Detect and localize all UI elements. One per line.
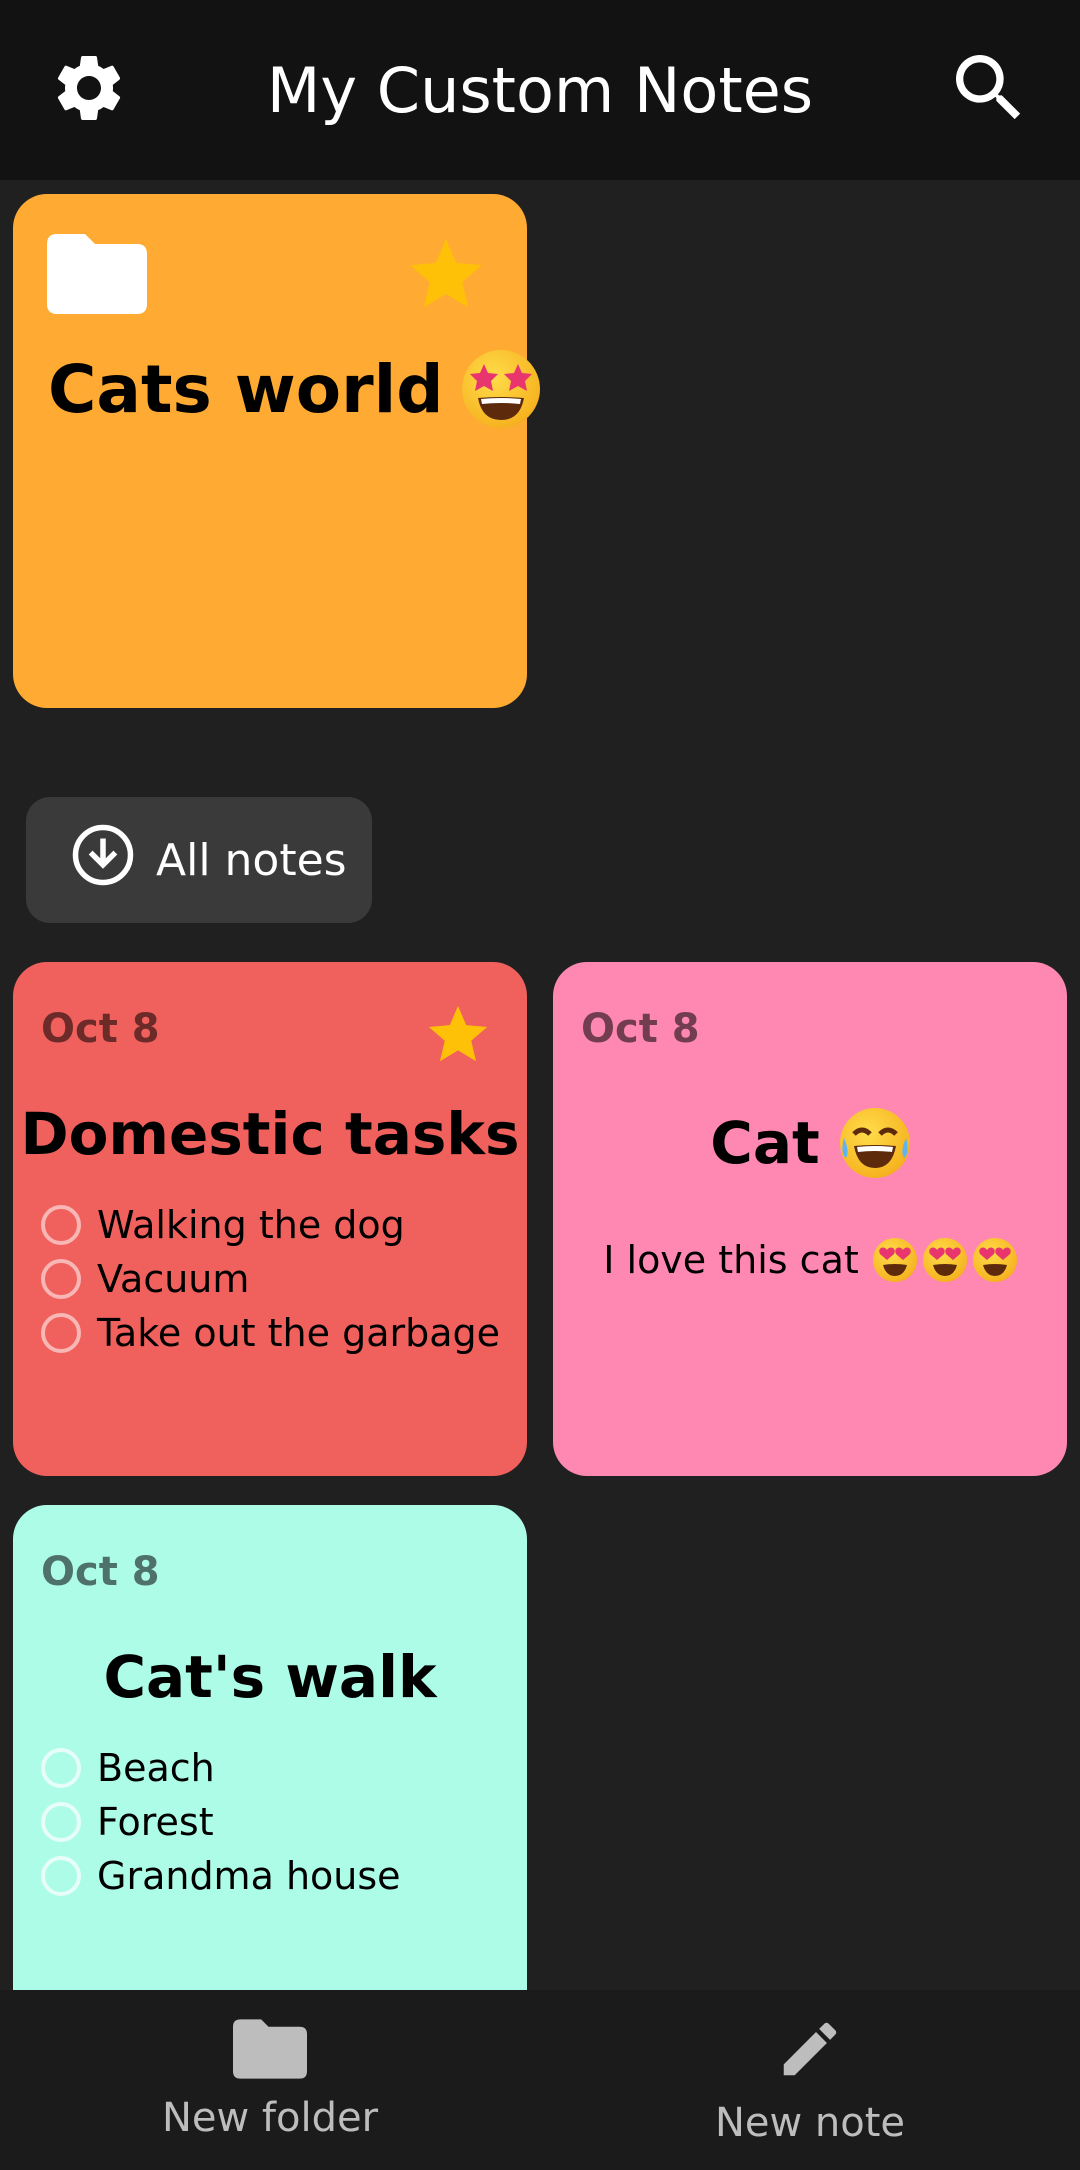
folder-card[interactable] (13, 194, 527, 708)
folder-icon (47, 234, 147, 319)
star-struck-emoji (461, 350, 540, 428)
checklist: Beach Forest Grandma house (41, 1741, 401, 1903)
note-card[interactable]: Oct 8 Cat's walk Beach Forest Grandma ho… (13, 1505, 527, 2065)
checklist-item[interactable]: Vacuum (41, 1252, 500, 1306)
checkbox[interactable] (41, 1802, 81, 1842)
all-notes-label: All notes (156, 834, 347, 886)
new-folder-label: New folder (161, 2095, 379, 2141)
search-icon (945, 44, 1033, 137)
heart-eyes-emoji (972, 1238, 1017, 1282)
checkbox[interactable] (41, 1856, 81, 1896)
pencil-icon (775, 2014, 845, 2094)
checklist-item-label: Walking the dog (97, 1203, 405, 1247)
note-card[interactable]: Oct 8 Domestic tasks Walking the dog Vac… (13, 962, 527, 1476)
note-title: Cat (553, 1108, 1067, 1178)
checklist-item-label: Beach (97, 1746, 215, 1790)
checklist-item-label: Take out the garbage (97, 1311, 501, 1355)
checklist-item-label: Grandma house (97, 1854, 401, 1898)
checklist-item[interactable]: Forest (41, 1795, 401, 1849)
note-title: Cat's walk (103, 1643, 437, 1711)
app-header: My Custom Notes (0, 0, 1080, 180)
checklist-item[interactable]: Beach (41, 1741, 401, 1795)
checkbox[interactable] (41, 1313, 81, 1353)
note-card[interactable]: Oct 8 Cat I love this cat (553, 962, 1067, 1476)
folder-title: Cats world (48, 350, 540, 428)
heart-eyes-emoji (922, 1238, 967, 1282)
bottom-nav: New folder New note (0, 1990, 1080, 2170)
checklist: Walking the dog Vacuum Take out the garb… (41, 1198, 500, 1360)
note-title-text: Cat (710, 1109, 820, 1177)
tears-of-joy-emoji (839, 1108, 910, 1178)
checkbox[interactable] (41, 1259, 81, 1299)
checklist-item-label: Vacuum (97, 1257, 250, 1301)
checklist-item[interactable]: Take out the garbage (41, 1306, 500, 1360)
note-date: Oct 8 (581, 1006, 700, 1052)
note-date: Oct 8 (41, 1549, 160, 1595)
note-body-text: I love this cat (603, 1238, 859, 1282)
checklist-item[interactable]: Grandma house (41, 1849, 401, 1903)
new-note-label: New note (714, 2100, 906, 2146)
search-button[interactable] (944, 45, 1034, 135)
checklist-item-label: Forest (97, 1800, 214, 1844)
note-date: Oct 8 (41, 1006, 160, 1052)
star-icon[interactable] (423, 1000, 493, 1075)
new-note-button[interactable]: New note (540, 1990, 1080, 2170)
star-icon[interactable] (403, 232, 489, 323)
checkbox[interactable] (41, 1748, 81, 1788)
folder-icon (233, 2019, 307, 2089)
new-folder-button[interactable]: New folder (0, 1990, 540, 2170)
all-notes-button[interactable]: All notes (26, 797, 372, 923)
note-title: Domestic tasks (20, 1100, 520, 1168)
page-title: My Custom Notes (266, 53, 814, 127)
folder-title-text: Cats world (48, 350, 444, 428)
checklist-item[interactable]: Walking the dog (41, 1198, 500, 1252)
arrow-down-circle-icon (70, 822, 136, 899)
note-body: I love this cat (553, 1238, 1067, 1282)
checkbox[interactable] (41, 1205, 81, 1245)
heart-eyes-emoji (872, 1238, 917, 1282)
